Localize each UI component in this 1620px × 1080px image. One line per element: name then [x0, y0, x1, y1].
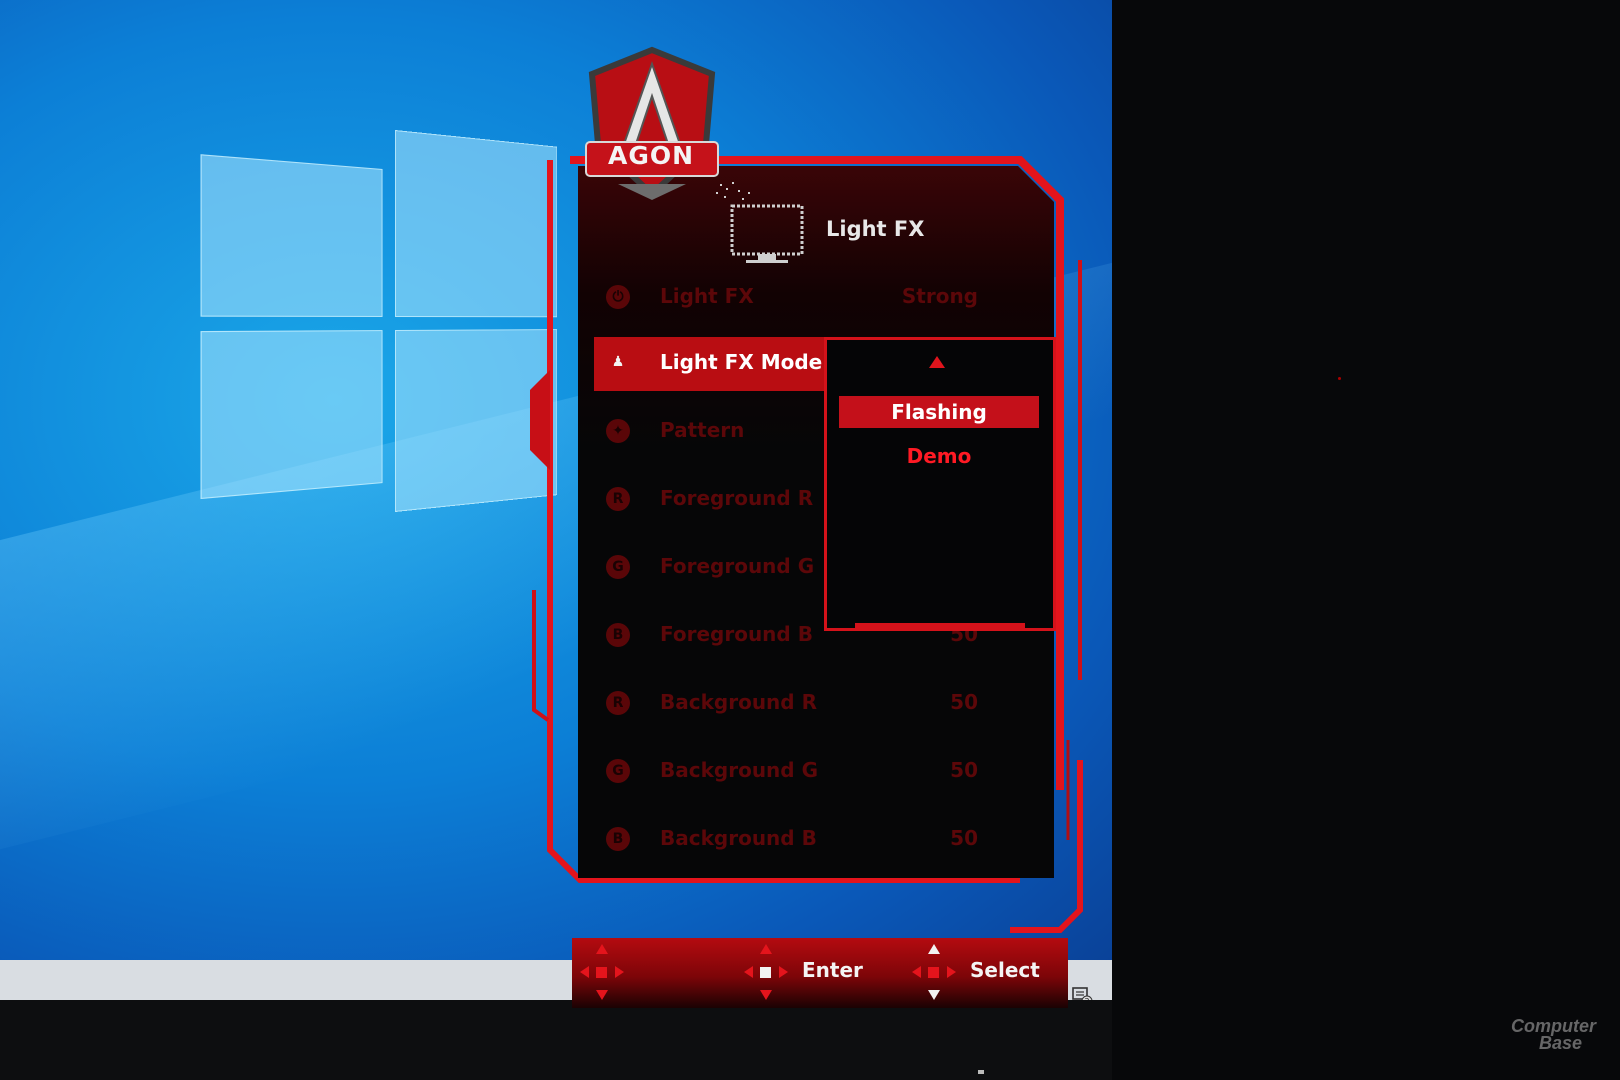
agon-logo	[585, 46, 719, 200]
select-dpad-icon	[912, 942, 956, 1002]
watermark-line2: Base	[1539, 1033, 1583, 1053]
watermark: Computer Base	[1511, 1017, 1596, 1053]
menu-item-label: Background G	[660, 758, 818, 782]
osd-title: Light FX	[826, 217, 925, 241]
agon-brand-text: AGON	[607, 141, 695, 170]
power-led	[978, 1070, 984, 1074]
power-icon: ⏻	[606, 285, 630, 309]
monitor-bezel	[0, 1000, 1140, 1080]
submenu-bottom-bar	[855, 623, 1025, 631]
submenu-option-selected[interactable]: Flashing	[839, 396, 1039, 428]
windows-logo	[200, 110, 558, 530]
r-circle-icon: R	[606, 691, 630, 715]
menu-item-value: 50	[950, 758, 978, 782]
dpad-icon	[580, 942, 624, 1002]
menu-item-label: Foreground G	[660, 554, 815, 578]
menu-item-light-fx-mode[interactable]: ♟ Light FX Mode	[594, 337, 826, 391]
red-light-dot	[1338, 377, 1341, 380]
menu-item-background-b[interactable]: B Background B 50	[594, 814, 1014, 864]
menu-item-value: Strong	[901, 284, 978, 308]
select-label: Select	[970, 958, 1040, 982]
menu-item-background-g[interactable]: G Background G 50	[594, 746, 1014, 796]
g-circle-icon: G	[606, 759, 630, 783]
windows-logo-pane	[200, 330, 383, 500]
b-circle-icon: B	[606, 827, 630, 851]
sparkle-icon: ✦	[606, 419, 630, 443]
menu-item-background-r[interactable]: R Background R 50	[594, 678, 1014, 728]
g-circle-icon: G	[606, 555, 630, 579]
menu-item-light-fx[interactable]: ⏻ Light FX Strong	[594, 272, 1014, 322]
enter-dpad-icon	[744, 942, 788, 1002]
dark-background	[1112, 0, 1620, 1080]
submenu-option[interactable]: Demo	[839, 440, 1039, 472]
windows-logo-pane	[200, 154, 383, 317]
menu-item-label: Foreground B	[660, 622, 813, 646]
monitor-icon	[716, 182, 804, 263]
enter-label: Enter	[802, 958, 863, 982]
menu-item-value: 50	[950, 826, 978, 850]
menu-item-label: Background B	[660, 826, 817, 850]
menu-item-label: Background R	[660, 690, 817, 714]
menu-item-label: Pattern	[660, 418, 745, 442]
light-fx-mode-submenu: Flashing Demo	[824, 337, 1056, 631]
scroll-up-arrow-icon[interactable]	[929, 356, 945, 368]
bulb-icon: ♟	[611, 354, 625, 370]
menu-item-value: 50	[950, 690, 978, 714]
menu-item-label: Light FX	[660, 284, 754, 308]
osd-nav-bar: Enter Select	[572, 938, 1068, 1008]
menu-item-label: Light FX Mode	[660, 350, 823, 374]
b-circle-icon: B	[606, 623, 630, 647]
menu-item-label: Foreground R	[660, 486, 814, 510]
r-circle-icon: R	[606, 487, 630, 511]
